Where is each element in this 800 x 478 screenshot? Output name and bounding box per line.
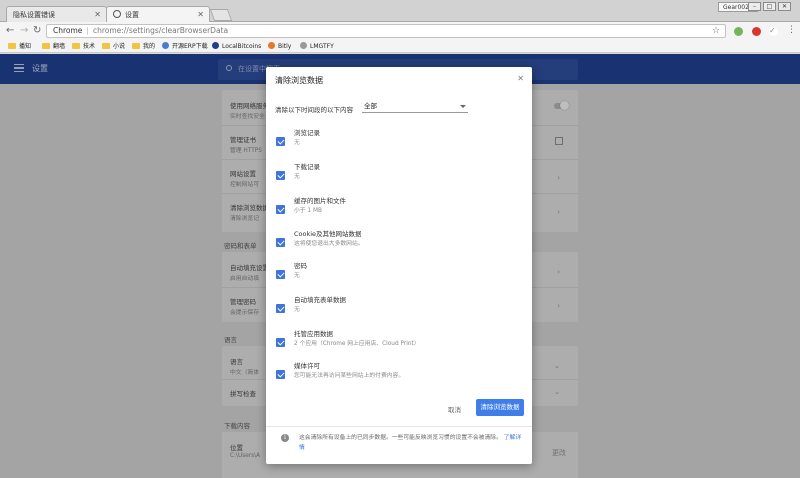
reload-icon[interactable]: ↻: [33, 24, 41, 37]
gear-icon: [113, 10, 121, 18]
folder-icon: [102, 43, 110, 49]
star-icon[interactable]: ☆: [712, 25, 720, 37]
maximize-button[interactable]: □: [763, 2, 776, 11]
tab-settings[interactable]: 设置 ✕: [106, 6, 210, 22]
bookmark-item[interactable]: LocalBitcoins: [212, 42, 261, 51]
checkbox[interactable]: [276, 370, 285, 379]
close-icon[interactable]: ✕: [197, 10, 204, 19]
bookmark-item[interactable]: 我的: [132, 42, 155, 51]
option-media-licenses[interactable]: 媒体许可 您可能无法再访问某些网站上的付费内容。: [276, 360, 516, 384]
time-range-value: 全部: [364, 102, 377, 110]
tab-title: 隐私设置错误: [13, 11, 55, 19]
back-icon[interactable]: ←: [6, 24, 14, 37]
checkbox[interactable]: [276, 338, 285, 347]
extension-icon[interactable]: [734, 27, 743, 36]
chevron-down-icon: [460, 105, 466, 108]
info-icon: i: [281, 434, 289, 442]
menu-icon[interactable]: ⋮: [787, 25, 796, 36]
check-icon[interactable]: ✓: [769, 27, 778, 36]
bookmark-item[interactable]: 播知: [8, 42, 31, 51]
dialog-title: 清除浏览数据: [275, 76, 323, 85]
bookmark-item[interactable]: Bitly: [268, 42, 291, 51]
checkbox[interactable]: [276, 205, 285, 214]
sync-notice: 这会清除所有设备上的已同步数据。一些可能反映浏览习惯的设置不会被清除。 了解详情: [299, 435, 522, 451]
clear-browsing-data-dialog: 清除浏览数据 ✕ 清除以下时间段的以下内容 全部 浏览记录 无 下载记录 无 缓…: [266, 67, 532, 464]
checkbox[interactable]: [276, 304, 285, 313]
tab-strip: 隐私设置错误 ✕ 设置 ✕ Gear0023 – □ ✕: [0, 0, 800, 22]
close-window-button[interactable]: ✕: [778, 2, 791, 11]
minimize-button[interactable]: –: [748, 2, 761, 11]
close-icon[interactable]: ✕: [94, 10, 101, 19]
checkbox[interactable]: [276, 238, 285, 247]
divider: [266, 426, 532, 427]
site-icon: [212, 42, 219, 49]
checkbox[interactable]: [276, 137, 285, 146]
bookmark-item[interactable]: 开源ERP下载: [162, 42, 208, 51]
folder-icon: [42, 43, 50, 49]
forward-icon[interactable]: →: [20, 24, 28, 37]
option-autofill[interactable]: 自动填充表单数据 无: [276, 294, 516, 318]
toolbar: ← → ↻ Chrome | chrome://settings/clearBrow…: [0, 22, 800, 40]
bookmark-item[interactable]: 翻墙: [42, 42, 65, 51]
time-range-label: 清除以下时间段的以下内容: [275, 106, 353, 114]
bookmark-item[interactable]: 小说: [102, 42, 125, 51]
tab-title: 设置: [125, 11, 139, 19]
bookmark-item[interactable]: LMGTFY: [300, 42, 334, 51]
checkbox[interactable]: [276, 270, 285, 279]
folder-icon: [72, 43, 80, 49]
site-icon: [162, 42, 169, 49]
bookmarks-bar: 播知 翻墙 技术 小说 我的 开源ERP下载 LocalBitcoins Bit…: [0, 40, 800, 53]
url-text: chrome://settings/clearBrowserData: [92, 26, 229, 35]
new-tab-button[interactable]: [209, 9, 233, 21]
site-icon: [268, 42, 275, 49]
site-icon: [300, 42, 307, 49]
cancel-button[interactable]: 取消: [448, 404, 461, 414]
time-range-select[interactable]: 全部: [362, 101, 468, 113]
option-browsing-history[interactable]: 浏览记录 无: [276, 127, 516, 151]
option-cookies[interactable]: Cookie及其他网站数据 这将使您退出大多数网站。: [276, 228, 516, 252]
checkbox[interactable]: [276, 171, 285, 180]
folder-icon: [132, 43, 140, 49]
folder-icon: [8, 43, 16, 49]
close-icon[interactable]: ✕: [517, 74, 524, 83]
option-passwords[interactable]: 密码 无: [276, 260, 516, 284]
option-cached-files[interactable]: 缓存的图片和文件 小于 1 MB: [276, 195, 516, 219]
option-download-history[interactable]: 下载记录 无: [276, 161, 516, 185]
page-chip: Chrome: [53, 26, 83, 35]
option-hosted-app-data[interactable]: 托管应用数据 2 个应用（Chrome 网上应用店、Cloud Print）: [276, 328, 516, 352]
tab-privacy-error[interactable]: 隐私设置错误 ✕: [6, 6, 107, 22]
bookmark-item[interactable]: 技术: [72, 42, 95, 51]
adblock-icon[interactable]: [752, 27, 761, 36]
address-bar[interactable]: Chrome | chrome://settings/clearBrowserDat…: [46, 24, 726, 38]
clear-data-button[interactable]: 清除浏览数据: [476, 399, 524, 416]
